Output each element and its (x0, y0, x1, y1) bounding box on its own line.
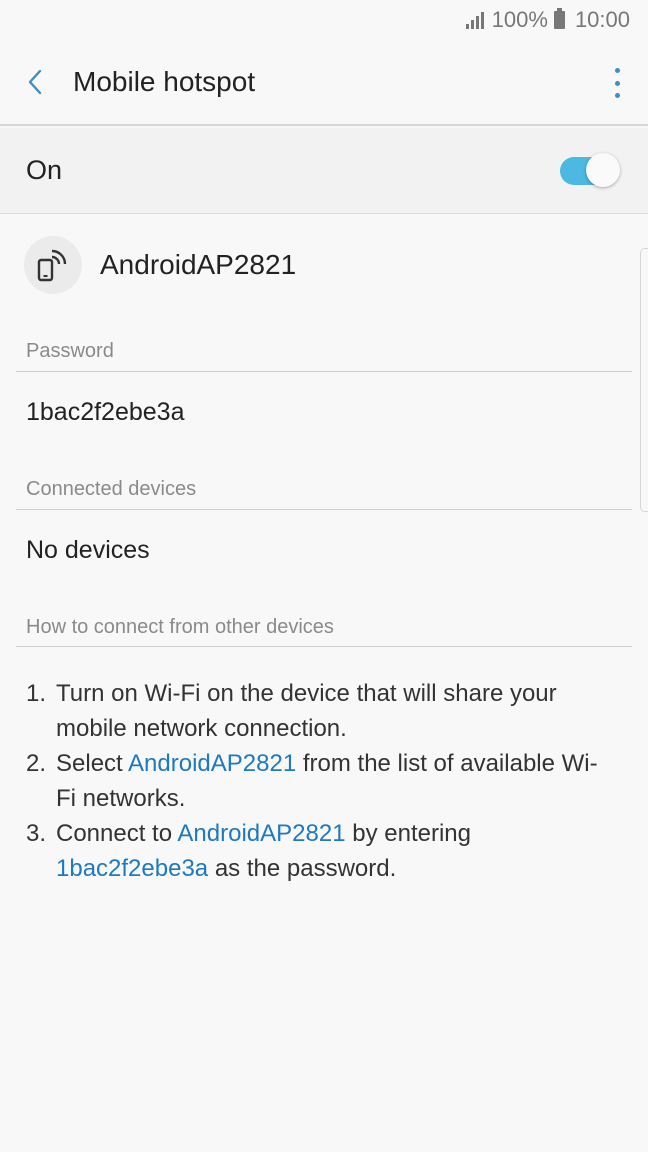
divider (16, 646, 632, 647)
page-title: Mobile hotspot (73, 66, 256, 97)
network-name: AndroidAP2821 (100, 249, 297, 280)
master-switch-label: On (26, 155, 63, 185)
divider (16, 509, 632, 510)
clock: 10:00 (574, 7, 630, 32)
battery-percentage: 100% (491, 7, 548, 32)
divider (16, 371, 632, 372)
instructions-list: 1. Turn on Wi-Fi on the device that will… (26, 676, 616, 886)
app-bar: Mobile hotspot (0, 40, 648, 126)
network-name-link: AndroidAP2821 (177, 820, 346, 847)
more-vert-icon (614, 68, 620, 73)
list-item: 3. Connect to AndroidAP2821 by entering … (26, 820, 471, 882)
connected-devices-value: No devices (26, 536, 150, 564)
password-section-label: Password (26, 340, 114, 362)
password-value[interactable]: 1bac2f2ebe3a (26, 398, 184, 427)
list-item: 2. Select AndroidAP2821 from the list of… (26, 750, 598, 812)
more-options-button[interactable] (612, 68, 622, 98)
network-name-link: AndroidAP2821 (128, 750, 297, 777)
chevron-left-icon (28, 69, 42, 95)
master-switch-row[interactable]: On (0, 128, 648, 214)
battery-icon (553, 8, 565, 29)
list-item: 1. Turn on Wi-Fi on the device that will… (26, 680, 557, 742)
password-link: 1bac2f2ebe3a (56, 855, 209, 882)
hotspot-icon (24, 236, 82, 294)
scroll-indicator (640, 248, 648, 512)
back-button[interactable] (0, 39, 70, 125)
network-name-row[interactable]: AndroidAP2821 (24, 234, 296, 296)
status-bar: 100% 10:00 (0, 0, 648, 40)
signal-icon (465, 11, 484, 29)
hotspot-toggle[interactable] (560, 153, 620, 187)
connected-devices-label: Connected devices (26, 478, 197, 500)
help-section-label: How to connect from other devices (26, 616, 334, 638)
